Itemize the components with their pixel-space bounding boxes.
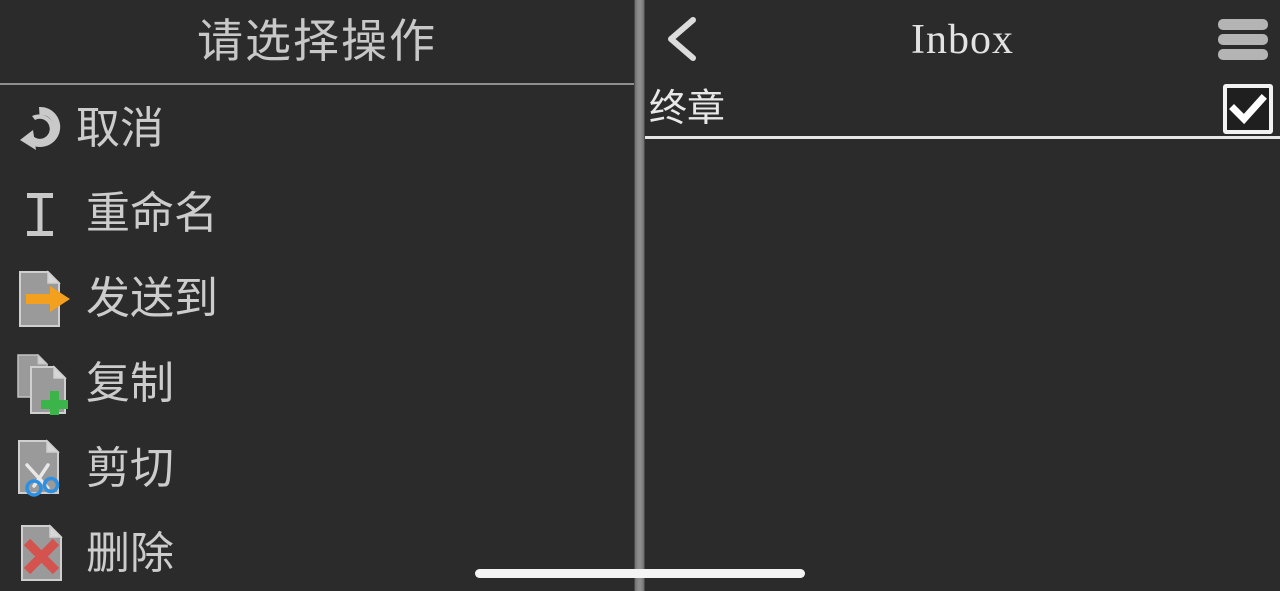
menu-item-label: 删除 [86, 528, 174, 578]
list-item[interactable]: 终章 [645, 78, 1280, 139]
menu-item-cut[interactable]: 剪切 [0, 426, 634, 511]
menu-item-label: 复制 [86, 358, 174, 408]
menu-item-label: 重命名 [86, 188, 218, 238]
menu-item-label: 发送到 [86, 273, 218, 323]
hamburger-menu-button[interactable] [1214, 10, 1272, 68]
list-item-checkbox[interactable] [1223, 83, 1273, 134]
menu-item-rename[interactable]: 重命名 [0, 171, 634, 256]
panel-divider[interactable] [634, 0, 645, 591]
inbox-list: 终章 [645, 78, 1280, 139]
document-send-icon [14, 268, 72, 330]
menu-item-label: 剪切 [86, 443, 174, 493]
inbox-title: Inbox [911, 17, 1014, 63]
document-copy-icon [14, 353, 72, 415]
action-menu-list: 取消 重命名 发送到 复制 剪切 删除 [0, 86, 634, 591]
hamburger-menu-icon [1214, 10, 1272, 68]
inbox-toolbar: Inbox [645, 0, 1280, 78]
action-menu-title: 请选择操作 [197, 15, 437, 67]
document-delete-icon [14, 523, 72, 585]
undo-arrow-icon [14, 98, 72, 160]
menu-item-label: 取消 [76, 103, 164, 153]
menu-item-send-to[interactable]: 发送到 [0, 256, 634, 341]
action-menu-title-divider [0, 83, 634, 85]
menu-item-copy[interactable]: 复制 [0, 341, 634, 426]
text-cursor-icon [14, 183, 72, 245]
checkmark-icon [1227, 88, 1269, 130]
menu-item-cancel[interactable]: 取消 [0, 86, 634, 171]
app-screen: 请选择操作 取消 重命名 发送到 复制 剪切 删除 Inbox 终章 [0, 0, 1280, 591]
menu-item-delete[interactable]: 删除 [0, 511, 634, 591]
list-item-divider [645, 136, 1280, 139]
inbox-panel: Inbox 终章 [645, 0, 1280, 591]
list-item-label: 终章 [649, 87, 726, 130]
action-menu-panel: 请选择操作 取消 重命名 发送到 复制 剪切 删除 [0, 0, 634, 591]
home-indicator-bar[interactable] [475, 569, 805, 578]
document-scissors-icon [14, 438, 72, 500]
